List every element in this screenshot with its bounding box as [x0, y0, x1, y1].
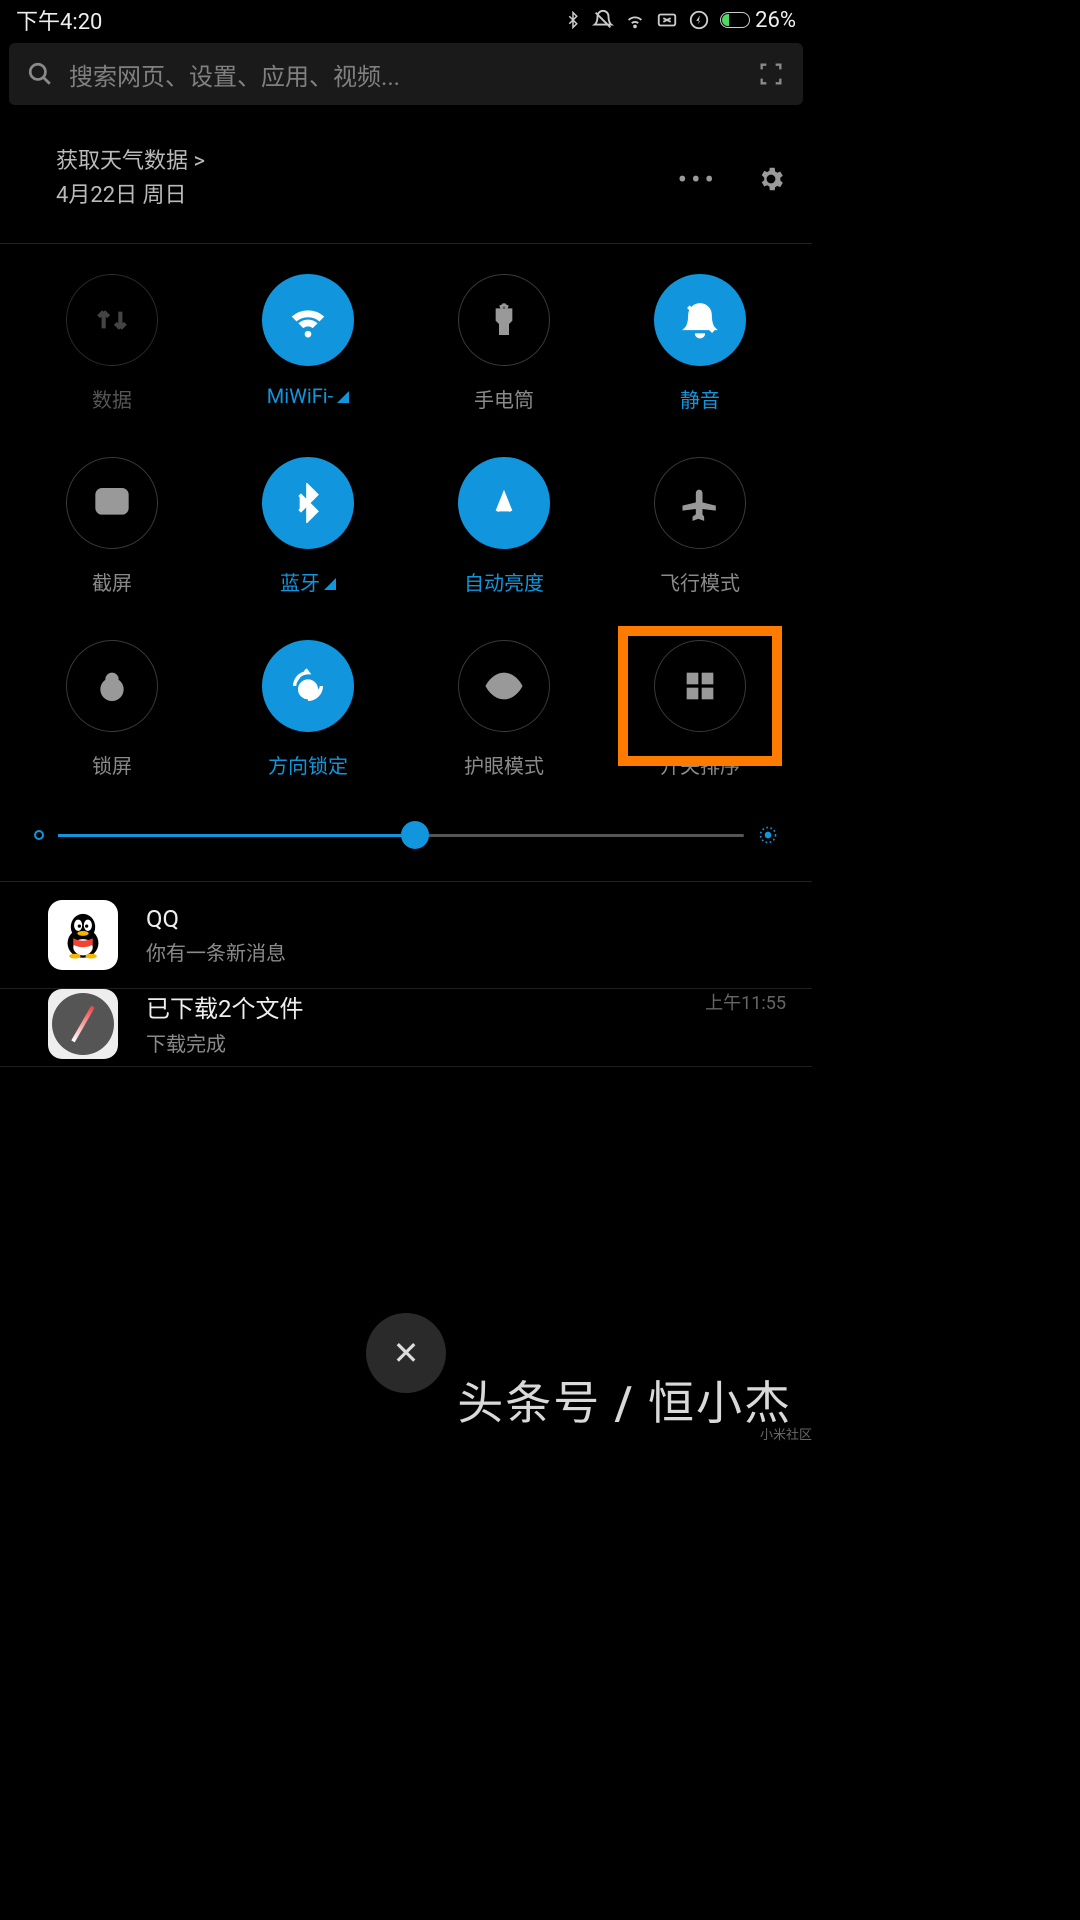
rotation-lock-icon [262, 640, 354, 732]
qs-toggle-bluetooth[interactable]: 蓝牙 [210, 457, 406, 596]
notification-sub: 下载完成 [146, 1028, 677, 1057]
qs-toggle-label: 护眼模式 [464, 750, 544, 779]
search-placeholder: 搜索网页、设置、应用、视频... [69, 57, 757, 92]
watermark-small: 小米社区 [760, 1424, 812, 1443]
qs-toggle-screenshot[interactable]: 截屏 [14, 457, 210, 596]
qs-toggle-airplane[interactable]: 飞行模式 [602, 457, 798, 596]
qs-toggle-mute[interactable]: 静音 [602, 274, 798, 413]
qs-toggle-label: 飞行模式 [660, 567, 740, 596]
qs-toggle-grid[interactable]: 开关排序 [602, 640, 798, 779]
battery-icon: 26% [720, 8, 796, 33]
card-icon [656, 9, 678, 31]
search-icon [27, 61, 53, 87]
qs-toggle-label: 自动亮度 [464, 567, 544, 596]
qs-toggle-label: MiWiFi- [267, 384, 349, 408]
more-icon[interactable]: ••• [678, 163, 718, 196]
qs-toggle-wifi[interactable]: MiWiFi- [210, 274, 406, 413]
bluetooth-icon [564, 9, 582, 31]
brightness-thumb[interactable] [401, 821, 429, 849]
airplane-icon [654, 457, 746, 549]
lock-icon [66, 640, 158, 732]
qs-toggle-label: 静音 [680, 384, 720, 413]
wifi-icon [262, 274, 354, 366]
status-bar: 下午4:20 26% [0, 0, 812, 40]
status-time: 下午4:20 [16, 4, 102, 36]
notification-sub: 你有一条新消息 [146, 937, 786, 966]
notification-item[interactable]: QQ 你有一条新消息 [0, 882, 812, 989]
grid-icon [654, 640, 746, 732]
charging-icon [688, 9, 710, 31]
brightness-slider[interactable] [0, 789, 812, 871]
wifi-icon [624, 9, 646, 31]
weather-link[interactable]: 获取天气数据 > [56, 145, 205, 179]
qs-toggle-rotation-lock[interactable]: 方向锁定 [210, 640, 406, 779]
qs-toggle-label: 截屏 [92, 567, 132, 596]
qs-toggle-auto-brightness[interactable]: 自动亮度 [406, 457, 602, 596]
qs-toggle-eye[interactable]: 护眼模式 [406, 640, 602, 779]
notification-title: QQ [146, 905, 786, 933]
notification-title: 已下载2个文件 [146, 989, 677, 1024]
date-label: 4月22日 周日 [56, 179, 205, 213]
download-app-icon [48, 989, 118, 1059]
scan-icon[interactable] [757, 60, 785, 88]
qs-toggle-label: 锁屏 [92, 750, 132, 779]
qs-toggle-label: 开关排序 [660, 750, 740, 779]
qs-toggle-label: 蓝牙 [280, 567, 336, 596]
brightness-fill [58, 834, 415, 837]
eye-icon [458, 640, 550, 732]
mute-icon [654, 274, 746, 366]
qs-toggle-lock[interactable]: 锁屏 [14, 640, 210, 779]
qq-app-icon [48, 900, 118, 970]
brightness-min-icon [34, 830, 44, 840]
notification-time: 上午11:55 [705, 989, 786, 1015]
brightness-max-icon [758, 825, 778, 845]
notification-item[interactable]: 已下载2个文件 下载完成 上午11:55 [0, 989, 812, 1067]
watermark: 头条号 / 恒小杰 [457, 1367, 792, 1433]
close-icon: ✕ [393, 1334, 420, 1372]
mute-icon [592, 9, 614, 31]
close-panel-button[interactable]: ✕ [366, 1313, 446, 1393]
screenshot-icon [66, 457, 158, 549]
qs-toggle-label: 手电筒 [474, 384, 534, 413]
bluetooth-icon [262, 457, 354, 549]
qs-toggle-label: 方向锁定 [268, 750, 348, 779]
qs-toggle-label: 数据 [92, 384, 132, 413]
data-icon [66, 274, 158, 366]
search-bar[interactable]: 搜索网页、设置、应用、视频... [9, 43, 803, 105]
auto-brightness-icon [458, 457, 550, 549]
flashlight-icon [458, 274, 550, 366]
qs-toggle-data[interactable]: 数据 [14, 274, 210, 413]
qs-toggle-grid: 数据 MiWiFi- 手电筒 静音截屏 蓝牙 自动亮度 飞行模式锁屏 方向锁定 护眼模式 开关排序 [0, 244, 812, 789]
panel-header: 获取天气数据 > 4月22日 周日 ••• [0, 105, 812, 244]
qs-toggle-flashlight[interactable]: 手电筒 [406, 274, 602, 413]
battery-percent: 26% [755, 8, 796, 33]
status-icons: 26% [564, 8, 796, 33]
gear-icon[interactable] [756, 164, 786, 194]
